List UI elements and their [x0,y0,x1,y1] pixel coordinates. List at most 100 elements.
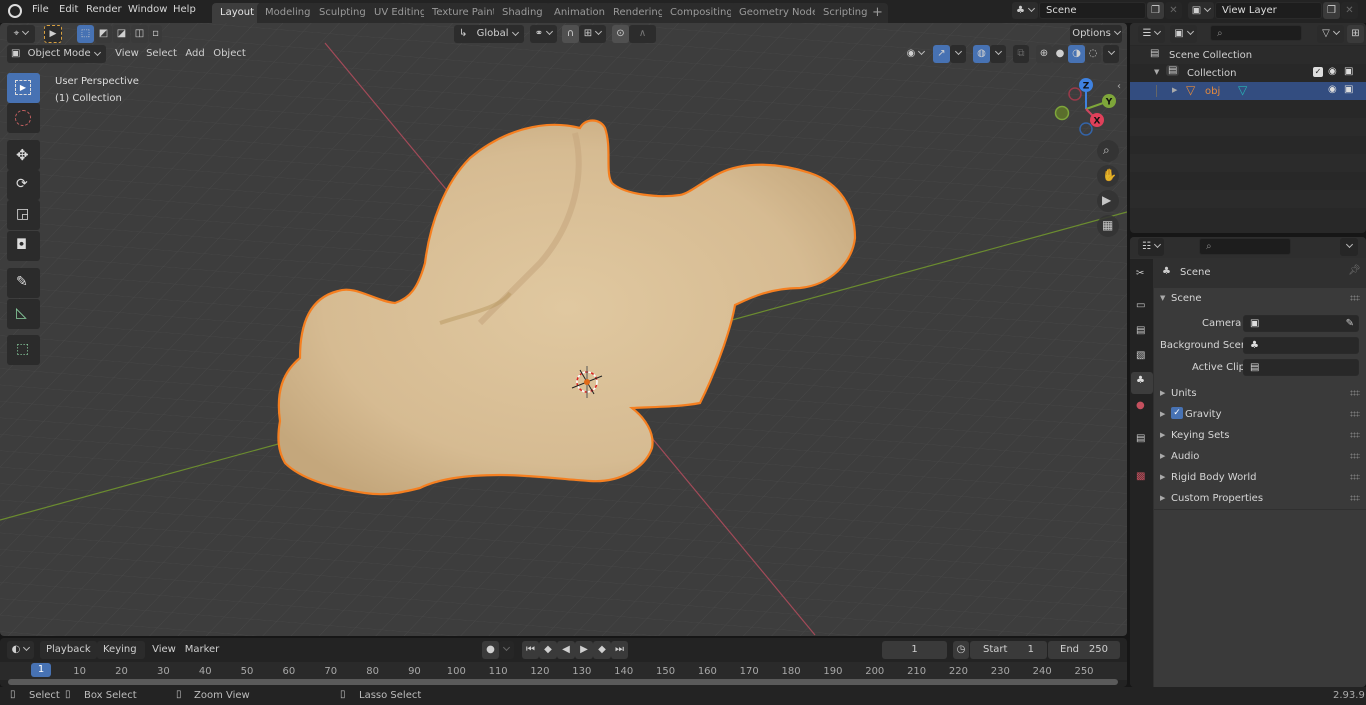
snap-target-dropdown[interactable]: ⊞ [579,25,606,43]
shading-solid-button[interactable]: ● [1052,45,1068,63]
tab-collection[interactable]: ▤ [1131,430,1153,452]
select-mode-new-button[interactable]: ⬚ [77,25,94,43]
new-scene-button[interactable]: ❐ [1147,2,1164,19]
shading-dropdown[interactable] [1103,45,1119,63]
tool-cursor[interactable] [7,103,40,133]
new-collection-button[interactable]: ⊞ [1347,25,1364,43]
keying-sets-panel-header[interactable]: ▶ Keying Sets [1154,425,1366,446]
properties-options-dropdown[interactable] [1340,238,1358,256]
auto-keying-toggle[interactable]: ● [482,641,499,659]
select-mode-extend-button[interactable]: ◩ [95,25,112,43]
view-layer-selector-button[interactable]: ▣ [1188,2,1214,19]
drag-handle-icon[interactable] [1350,390,1360,396]
editor-type-button[interactable]: ⌖ [7,25,35,43]
visibility-dropdown[interactable]: ◉ [902,45,929,63]
3d-viewport[interactable]: Z Y X ⌖ ▶ ⬚ ◩ ◪ ◫ ▫ ↳ Global ⚭ ∩ ⊞ ⊙ ∧ O… [0,23,1127,636]
audio-panel-header[interactable]: ▶ Audio [1154,446,1366,467]
rigid-body-world-panel-header[interactable]: ▶ Rigid Body World [1154,467,1366,488]
expand-arrow-icon[interactable]: ▶ [1172,86,1177,94]
select-mode-subtract-button[interactable]: ◪ [113,25,130,43]
gizmo-dropdown[interactable] [950,45,966,63]
menu-render[interactable]: Render [86,4,122,15]
background-scene-field[interactable]: ♣ [1243,337,1359,354]
pin-icon[interactable]: 📌︎ [1348,265,1361,276]
tool-measure[interactable]: ◺ [7,299,40,329]
perspective-toggle-button[interactable]: ▦ [1097,215,1119,237]
jump-to-next-keyframe-button[interactable]: ◆ [593,641,611,659]
timeline-scrollbar[interactable] [8,679,1118,685]
camera-field[interactable]: ▣ ✎ [1243,315,1359,332]
xray-toggle[interactable]: ⧉ [1013,45,1029,63]
tab-compositing[interactable]: Compositing [662,3,741,23]
tool-select-box[interactable]: ▶ [7,73,40,103]
gravity-panel-header[interactable]: ▶ ✓ Gravity [1154,404,1366,425]
drag-handle-icon[interactable] [1350,295,1360,301]
tab-texture-paint[interactable]: Texture Paint [424,3,505,23]
render-camera-icon[interactable]: ▣ [1344,84,1353,95]
exclude-checkbox[interactable]: ✓ [1313,67,1323,77]
options-dropdown[interactable]: Options [1070,25,1122,43]
blender-logo-icon[interactable] [8,4,22,18]
outliner-row-obj[interactable]: ▶ ▽ obj ▽ ◉ ▣ [1130,82,1366,100]
playback-dropdown[interactable]: Playback [40,641,97,670]
delete-view-layer-button[interactable]: ✕ [1341,2,1358,19]
proportional-edit-toggle[interactable]: ⊙ [612,25,629,43]
drag-handle-icon[interactable] [1350,432,1360,438]
menu-file[interactable]: File [32,4,49,15]
delete-scene-button[interactable]: ✕ [1165,2,1182,19]
outliner-row-scene-collection[interactable]: ▤ Scene Collection [1130,46,1366,64]
menu-edit[interactable]: Edit [59,4,78,15]
tab-output[interactable]: ▤ [1131,322,1153,344]
outliner-filter-layer-button[interactable]: ▣ [1170,25,1197,43]
timeline-editor-type-button[interactable]: ◐ [7,641,34,659]
expand-arrow-icon[interactable]: ▼ [1154,68,1159,76]
play-reverse-button[interactable]: ◀ [557,641,575,659]
end-frame-field[interactable]: End 250 [1048,641,1120,659]
drag-handle-icon[interactable] [1350,411,1360,417]
outliner-row-collection[interactable]: ▼ ▤ Collection ✓ ◉ ▣ [1130,64,1366,82]
viewport-scene[interactable]: Z Y X [0,23,1127,636]
scene-name-field[interactable]: Scene [1039,2,1146,19]
tab-layout[interactable]: Layout [212,3,262,23]
tab-shading[interactable]: Shading [494,3,551,23]
tab-animation[interactable]: Animation [546,3,613,23]
jump-to-start-button[interactable]: ⏮ [522,641,539,659]
view-layer-name-field[interactable]: View Layer [1215,2,1322,19]
tab-world[interactable]: ● [1131,397,1153,419]
eyedropper-icon[interactable]: ✎ [1346,316,1354,331]
eye-icon[interactable]: ◉ [1328,84,1337,95]
tab-texture[interactable]: ▩ [1131,468,1153,490]
render-camera-icon[interactable]: ▣ [1344,66,1353,77]
new-view-layer-button[interactable]: ❐ [1323,2,1340,19]
auto-keying-dropdown[interactable] [499,641,514,659]
drag-handle-icon[interactable] [1350,453,1360,459]
start-frame-field[interactable]: Start 1 [970,641,1047,659]
pivot-point-dropdown[interactable]: ⚭ [530,25,557,43]
shading-wireframe-button[interactable]: ⊕ [1036,45,1052,63]
timeline-marker-menu[interactable]: Marker [184,641,220,659]
tab-scene[interactable]: ♣ [1131,372,1153,394]
add-menu[interactable]: Add [182,45,208,63]
tool-scale[interactable]: ◲ [7,200,40,230]
overlays-dropdown[interactable] [990,45,1006,63]
drag-handle-icon[interactable] [1350,474,1360,480]
snap-toggle[interactable]: ∩ [562,25,579,43]
current-frame-field[interactable]: 1 [882,641,947,659]
pan-view-button[interactable]: ✋ [1097,165,1119,187]
properties-editor-type-button[interactable]: ☷ [1138,238,1164,256]
outliner-search-input[interactable]: ⌕ [1210,25,1302,41]
add-workspace-button[interactable]: + [867,3,888,23]
scene-panel-header[interactable]: ▼ Scene [1154,288,1366,309]
select-mode-invert-button[interactable]: ◫ [131,25,148,43]
menu-window[interactable]: Window [128,4,167,15]
tool-move[interactable]: ✥ [7,140,40,170]
eye-icon[interactable]: ◉ [1328,66,1337,77]
view-menu[interactable]: View [113,45,141,63]
preview-range-toggle[interactable]: ◷ [953,641,969,659]
scene-selector-button[interactable]: ♣ [1012,2,1038,19]
gizmo-toggle[interactable]: ↗ [933,45,950,63]
play-button[interactable]: ▶ [575,641,593,659]
active-clip-field[interactable]: ▤ [1243,359,1359,376]
custom-properties-panel-header[interactable]: ▶ Custom Properties [1154,488,1366,509]
select-menu[interactable]: Select [145,45,178,63]
